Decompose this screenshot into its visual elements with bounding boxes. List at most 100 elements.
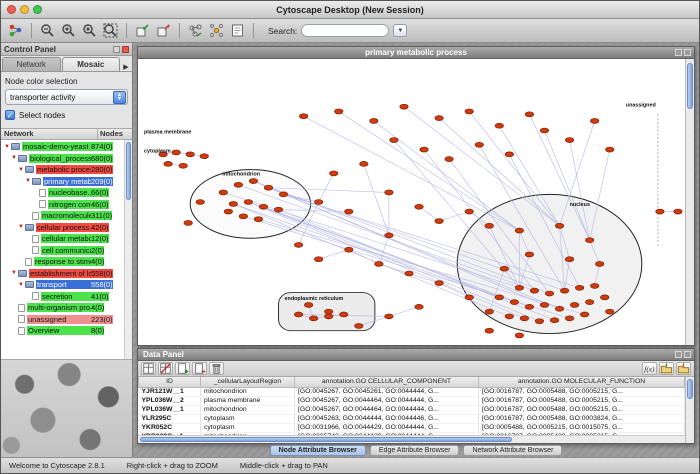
tree-item[interactable]: ▼transport558(0) bbox=[1, 279, 124, 291]
table-cell[interactable]: [GO:0045267, GO:0044464, GO:0044444, G..… bbox=[295, 405, 479, 414]
minimize-window-button[interactable] bbox=[20, 5, 29, 14]
graph-node[interactable] bbox=[485, 309, 493, 314]
annotation-icon[interactable] bbox=[228, 21, 247, 40]
graph-node[interactable] bbox=[390, 138, 398, 143]
graph-node[interactable] bbox=[585, 300, 593, 305]
table-cell[interactable]: YPL036W__1 bbox=[139, 405, 201, 414]
graph-node[interactable] bbox=[224, 209, 232, 214]
graph-node[interactable] bbox=[435, 281, 443, 286]
graph-node[interactable] bbox=[179, 163, 187, 168]
graph-node[interactable] bbox=[324, 314, 332, 319]
tree-scrollbar-thumb[interactable] bbox=[126, 142, 131, 200]
graph-node[interactable] bbox=[415, 304, 423, 309]
first-neighbors-icon[interactable] bbox=[207, 21, 226, 40]
graph-node[interactable] bbox=[294, 242, 302, 247]
data-panel-titlebar[interactable]: Data Panel bbox=[138, 349, 694, 361]
graph-node[interactable] bbox=[385, 190, 393, 195]
column-header[interactable]: ID bbox=[139, 377, 201, 387]
table-cell[interactable]: [GO:0016787, GO:0005488, GO:0005215, G..… bbox=[479, 405, 685, 414]
graph-node[interactable] bbox=[656, 209, 664, 214]
graph-node[interactable] bbox=[606, 309, 614, 314]
new-attribute-icon[interactable] bbox=[175, 362, 190, 375]
table-horizontal-scrollbar[interactable] bbox=[138, 435, 685, 443]
tree-item[interactable]: ▼establishment of lo...558(0) bbox=[1, 268, 124, 280]
graph-node[interactable] bbox=[254, 217, 262, 222]
graph-node[interactable] bbox=[540, 302, 548, 307]
graph-node[interactable] bbox=[465, 295, 473, 300]
table-cell[interactable]: YPL036W__2 bbox=[139, 396, 201, 405]
table-row[interactable]: YJR121W__1mitochondrion[GO:0045267, GO:0… bbox=[139, 387, 685, 396]
graph-node[interactable] bbox=[304, 302, 312, 307]
graph-node[interactable] bbox=[314, 200, 322, 205]
tab-network-attribute-browser[interactable]: Network Attribute Browser bbox=[463, 445, 562, 456]
tree-item[interactable]: ▼cellular process42(0) bbox=[1, 222, 124, 234]
graph-node[interactable] bbox=[475, 142, 483, 147]
table-vscroll-thumb[interactable] bbox=[687, 379, 693, 399]
graph-node[interactable] bbox=[370, 118, 378, 123]
graph-node[interactable] bbox=[234, 182, 242, 187]
graph-node[interactable] bbox=[530, 288, 538, 293]
graph-node[interactable] bbox=[244, 200, 252, 205]
graph-node[interactable] bbox=[330, 171, 338, 176]
graph-node[interactable] bbox=[674, 209, 682, 214]
select-attributes-icon[interactable] bbox=[141, 362, 156, 375]
graph-node[interactable] bbox=[184, 220, 192, 225]
network-column-header[interactable]: Network bbox=[1, 129, 98, 139]
table-cell[interactable]: [GO:0031966, GO:0044429, GO:0044444, G..… bbox=[295, 423, 479, 432]
table-cell[interactable]: cytoplasm bbox=[201, 423, 295, 432]
graph-node[interactable] bbox=[345, 247, 353, 252]
graph-node[interactable] bbox=[600, 295, 608, 300]
graph-node[interactable] bbox=[535, 319, 543, 324]
table-cell[interactable]: YLR295C bbox=[139, 414, 201, 423]
graph-node[interactable] bbox=[565, 257, 573, 262]
graph-node[interactable] bbox=[264, 185, 272, 190]
column-header[interactable]: annotation.GO MOLECULAR_FUNCTION bbox=[479, 377, 685, 387]
table-cell[interactable]: [GO:0016787, GO:0005488, GO:0005215, G..… bbox=[479, 387, 685, 396]
graph-node[interactable] bbox=[415, 204, 423, 209]
trash-icon[interactable] bbox=[209, 362, 224, 375]
table-cell[interactable]: cytoplasm bbox=[201, 414, 295, 423]
expand-arrow-icon[interactable]: ▼ bbox=[17, 224, 25, 230]
table-row[interactable]: YPL036W__1mitochondrion[GO:0045267, GO:0… bbox=[139, 405, 685, 414]
data-panel-close-icon[interactable] bbox=[684, 351, 691, 358]
graph-node[interactable] bbox=[219, 190, 227, 195]
node-color-dropdown[interactable]: transporter activity ▲▼ bbox=[5, 89, 128, 105]
graph-node[interactable] bbox=[495, 295, 503, 300]
graph-node[interactable] bbox=[606, 147, 614, 152]
import-network-icon[interactable] bbox=[133, 21, 152, 40]
expand-arrow-icon[interactable]: ▼ bbox=[24, 178, 32, 184]
graph-node[interactable] bbox=[565, 316, 573, 321]
frame-maximize-icon[interactable] bbox=[675, 49, 682, 56]
graph-node[interactable] bbox=[239, 214, 247, 219]
graph-node[interactable] bbox=[515, 228, 523, 233]
graph-node[interactable] bbox=[229, 201, 237, 206]
graph-node[interactable] bbox=[345, 209, 353, 214]
graph-node[interactable] bbox=[299, 114, 307, 119]
graph-node[interactable] bbox=[520, 316, 528, 321]
column-header[interactable]: annotation.GO CELLULAR_COMPONENT bbox=[295, 377, 479, 387]
graph-node[interactable] bbox=[510, 300, 518, 305]
graph-node[interactable] bbox=[385, 314, 393, 319]
graph-node[interactable] bbox=[585, 238, 593, 243]
graph-node[interactable] bbox=[500, 266, 508, 271]
graph-node[interactable] bbox=[435, 116, 443, 121]
graph-node[interactable] bbox=[465, 109, 473, 114]
table-cell[interactable]: mitochondrion bbox=[201, 387, 295, 396]
tree-item[interactable]: nucleobase...66(0) bbox=[1, 187, 124, 199]
graph-node[interactable] bbox=[525, 252, 533, 257]
graph-node[interactable] bbox=[360, 161, 368, 166]
network-view-titlebar[interactable]: primary metabolic process bbox=[138, 47, 694, 59]
graph-node[interactable] bbox=[186, 152, 194, 157]
tree-item[interactable]: unassigned223(0) bbox=[1, 314, 124, 326]
table-cell[interactable]: [GO:0016787, GO:0005488, GO:0005215, G..… bbox=[479, 396, 685, 405]
graph-node[interactable] bbox=[279, 192, 287, 197]
expand-arrow-icon[interactable]: ▼ bbox=[17, 167, 25, 173]
graph-node[interactable] bbox=[590, 283, 598, 288]
float-panel-icon[interactable] bbox=[113, 46, 120, 53]
graph-node[interactable] bbox=[555, 306, 563, 311]
tab-network[interactable]: Network bbox=[2, 57, 61, 71]
graph-node[interactable] bbox=[405, 271, 413, 276]
graph-node[interactable] bbox=[565, 138, 573, 143]
graph-node[interactable] bbox=[580, 312, 588, 317]
close-panel-icon[interactable] bbox=[122, 46, 129, 53]
